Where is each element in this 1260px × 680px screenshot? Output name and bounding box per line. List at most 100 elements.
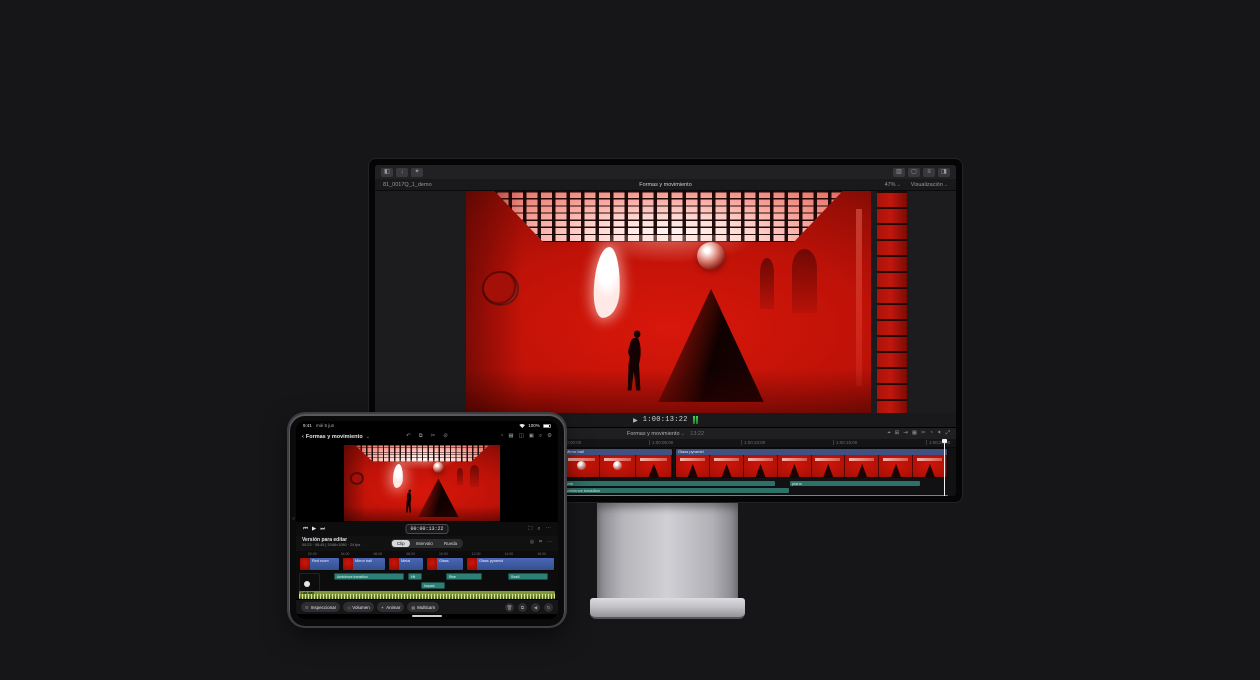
video-clip[interactable]: Mirror ball [563,448,673,478]
tools-icon[interactable]: ✂ [921,430,926,437]
video-clip[interactable]: Mirror ball [342,557,386,571]
fcp-viewer [375,191,956,413]
status-time: 9:41 [303,423,312,428]
play-icon[interactable]: ▶ [633,417,638,424]
music-clip[interactable]: Lab day [299,591,555,599]
chevron-down-icon: ⌄ [944,182,948,188]
clip-thumbnail [427,558,437,570]
mute-icon[interactable]: ◀ [531,603,540,612]
prev-frame-icon[interactable]: ⏮ [303,526,308,533]
viewer-timecode: 1:00:13:22 [643,416,688,424]
effects-icon[interactable]: ✦ [937,430,942,437]
clip-thumbnail [389,558,399,570]
viewer-zoom-menu[interactable]: 47%⌄ [885,182,901,188]
inspector-icon[interactable]: ◨ [938,168,950,177]
speaker-icon: ◁ [347,605,350,610]
cut-icon[interactable]: ✂ [431,433,436,440]
ruler-tick: 04:00 [341,552,350,556]
more-icon[interactable]: ⋯ [547,539,552,545]
insert-icon[interactable]: ⊞ [895,430,900,437]
ipad-viewer-video [344,445,500,521]
index-icon[interactable]: ≡ [923,168,935,177]
undo-icon[interactable]: ↶ [406,433,411,440]
browser-filmstrip[interactable] [877,191,907,413]
audio-clip[interactable]: piano [790,481,920,486]
trash-icon[interactable]: 🗑 [505,603,514,612]
ruler-tick: 06:00 [373,552,382,556]
audio-clip[interactable]: Swell [508,573,548,580]
loop-icon[interactable]: ↻ [544,603,553,612]
audio-clip[interactable]: Ambience transition [334,573,404,580]
grid-icon[interactable]: ▦ [508,433,513,440]
ruler-tick: 16:00 [537,552,546,556]
playhead[interactable] [944,439,945,496]
audio-clip[interactable]: Rise [446,573,482,580]
more-icon[interactable]: ⋯ [546,526,552,533]
ruler-tick: 1:00:05:00 [649,440,673,445]
monitor-stand-base [590,598,745,619]
multicam-button[interactable]: ▦Multicam [407,602,439,612]
audio-clip[interactable]: Impact [421,582,445,589]
append-icon[interactable]: ⇥ [903,430,908,437]
video-clip[interactable]: Metal [388,557,424,571]
fullscreen-icon[interactable]: ⛶ [529,526,533,533]
timer-icon[interactable]: ◔ [500,433,503,440]
vignette [466,191,871,413]
inspect-button[interactable]: ☰Inspeccionar [301,602,340,612]
audio-clip[interactable]: Amb [563,481,775,486]
chevron-down-icon: ⌄ [897,182,901,188]
mode-segmented-control: Clip Intervalo Rueda [391,539,463,548]
clip-thumbnail [300,558,310,570]
timeline-project-menu[interactable]: Formas y movimiento⌄ [627,431,685,437]
ipad-nav-bar: ‹ Formas y movimiento ⌄ ↶ ⧉ ✂ ⊘ ◔ ▦ ◫ ▣ … [296,430,558,443]
nav-right-icons: ◔ ▦ ◫ ▣ ⌕ ⚙ [500,433,552,440]
toolbar-left-group: ◧ ↓ ✦ [381,168,423,177]
zoom-fit-icon[interactable]: ⤢ [946,430,950,437]
zoom-icon[interactable]: ⌕ [539,433,542,440]
grid-icon: ▦ [411,605,415,610]
battery-icon [543,424,551,428]
play-icon[interactable]: ▶ [312,526,316,533]
keywords-icon[interactable]: ✦ [411,168,423,177]
animate-button[interactable]: ✦Animar [377,602,405,612]
video-clip[interactable]: Glass pyramid [466,557,555,571]
jog-wheel-icon[interactable]: ⌗ [539,539,542,545]
video-clip[interactable]: Red room [299,557,340,571]
video-clip[interactable]: Glass pyramid [675,448,948,478]
video-clip[interactable]: Glass [426,557,464,571]
sidebar-icon[interactable]: ◧ [381,168,393,177]
next-frame-icon[interactable]: ⏭ [320,526,325,533]
wifi-icon [519,424,525,428]
chevron-down-icon: ⌄ [681,431,685,437]
import-icon[interactable]: ↓ [396,168,408,177]
zoom-icon[interactable]: ⌕ [537,526,540,533]
browser-layout-icon[interactable]: ▥ [893,168,905,177]
wand-icon: ✦ [381,605,384,610]
viewer-view-menu[interactable]: Visualización⌄ [911,182,948,188]
music-clip[interactable] [563,495,948,496]
connected-clip-placeholder[interactable] [299,573,320,593]
media-icon[interactable]: ▣ [529,433,534,440]
audio-meters[interactable] [693,416,698,424]
ipad-screen: 9:41 mié 5 jun 100% ‹ Formas y movimient… [296,421,558,619]
settings-icon[interactable]: ⚙ [547,433,552,440]
mode-clip[interactable]: Clip [392,540,410,547]
mode-range[interactable]: Intervalo [411,540,438,547]
fcp-infobar: 81_0017Q_1_demo Formas y movimiento 47%⌄… [375,179,956,191]
snap-magnet-icon[interactable]: ◎ [530,539,534,545]
copy-icon[interactable]: ⧉ [419,433,423,440]
duplicate-icon[interactable]: ⧉ [518,603,527,612]
viewer-layout-icon[interactable]: ▢ [908,168,920,177]
clip-thumbnail [343,558,353,570]
mode-wheel[interactable]: Rueda [439,540,462,547]
delete-icon[interactable]: ⊘ [443,433,448,440]
audio-clip[interactable]: Ambience transition [563,488,789,493]
volume-button[interactable]: ◁Volumen [343,602,374,612]
fcp-toolbar: ◧ ↓ ✦ ▥ ▢ ≡ ◨ [375,165,956,179]
split-view-icon[interactable]: ◫ [519,433,524,440]
connect-icon[interactable]: ⌖ [888,430,891,437]
retime-icon[interactable]: ◔ [930,430,933,437]
overwrite-icon[interactable]: ▦ [912,430,917,437]
home-indicator[interactable] [412,615,442,617]
audio-clip[interactable]: Hit [408,573,422,580]
